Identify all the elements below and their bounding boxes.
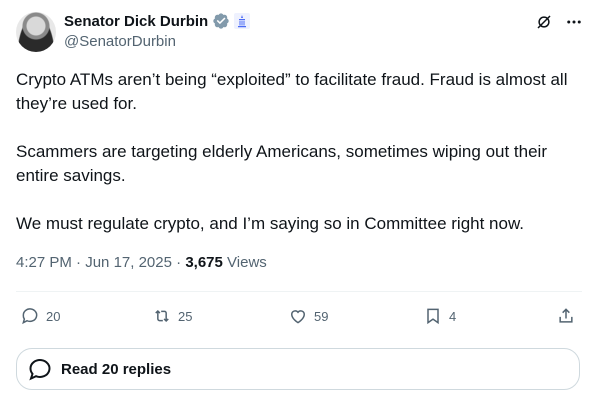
read-replies-label: Read 20 replies xyxy=(61,360,172,378)
tweet-date[interactable]: Jun 17, 2025 xyxy=(85,254,172,271)
verified-badge-icon xyxy=(212,12,230,30)
bookmark-count: 4 xyxy=(449,308,457,324)
grok-icon[interactable] xyxy=(534,12,554,32)
government-badge-icon xyxy=(234,13,251,29)
reply-count: 20 xyxy=(46,308,61,324)
author-handle[interactable]: @SenatorDurbin xyxy=(64,33,176,50)
author-name-row: Senator Dick Durbin xyxy=(64,12,251,30)
tweet-time[interactable]: 4:27 PM xyxy=(16,254,72,271)
meta-separator: · xyxy=(176,254,182,271)
like-button[interactable]: 59 xyxy=(288,302,328,330)
more-options-icon[interactable] xyxy=(564,12,584,32)
bookmark-icon xyxy=(427,308,439,325)
repost-button[interactable]: 25 xyxy=(152,302,192,330)
speech-bubble-icon xyxy=(27,356,53,382)
divider xyxy=(16,291,582,292)
like-count: 59 xyxy=(314,308,329,324)
repost-count: 25 xyxy=(178,308,193,324)
reply-button[interactable]: 20 xyxy=(20,302,60,330)
avatar[interactable] xyxy=(16,12,56,52)
bookmark-button[interactable]: 4 xyxy=(423,302,456,330)
action-bar: 20 25 59 4 xyxy=(16,302,582,330)
meta-separator: · xyxy=(76,254,82,271)
repost-icon xyxy=(155,309,169,323)
read-replies-button[interactable]: Read 20 replies xyxy=(16,348,580,390)
views-count: 3,675 xyxy=(185,254,223,271)
tweet-paragraph: Crypto ATMs aren’t being “exploited” to … xyxy=(16,70,568,113)
tweet-paragraph: We must regulate crypto, and I’m saying … xyxy=(16,214,525,233)
share-button[interactable] xyxy=(556,302,576,330)
tweet-text: Crypto ATMs aren’t being “exploited” to … xyxy=(16,68,582,260)
tweet-paragraph: Scammers are targeting elderly Americans… xyxy=(16,142,547,185)
views-label: Views xyxy=(227,254,267,271)
share-icon xyxy=(559,308,573,323)
author-name[interactable]: Senator Dick Durbin xyxy=(64,13,208,30)
reply-icon xyxy=(22,308,38,325)
tweet-meta: 4:27 PM · Jun 17, 2025 · 3,675 Views xyxy=(16,254,267,271)
top-actions xyxy=(534,12,584,32)
heart-icon xyxy=(290,310,306,324)
